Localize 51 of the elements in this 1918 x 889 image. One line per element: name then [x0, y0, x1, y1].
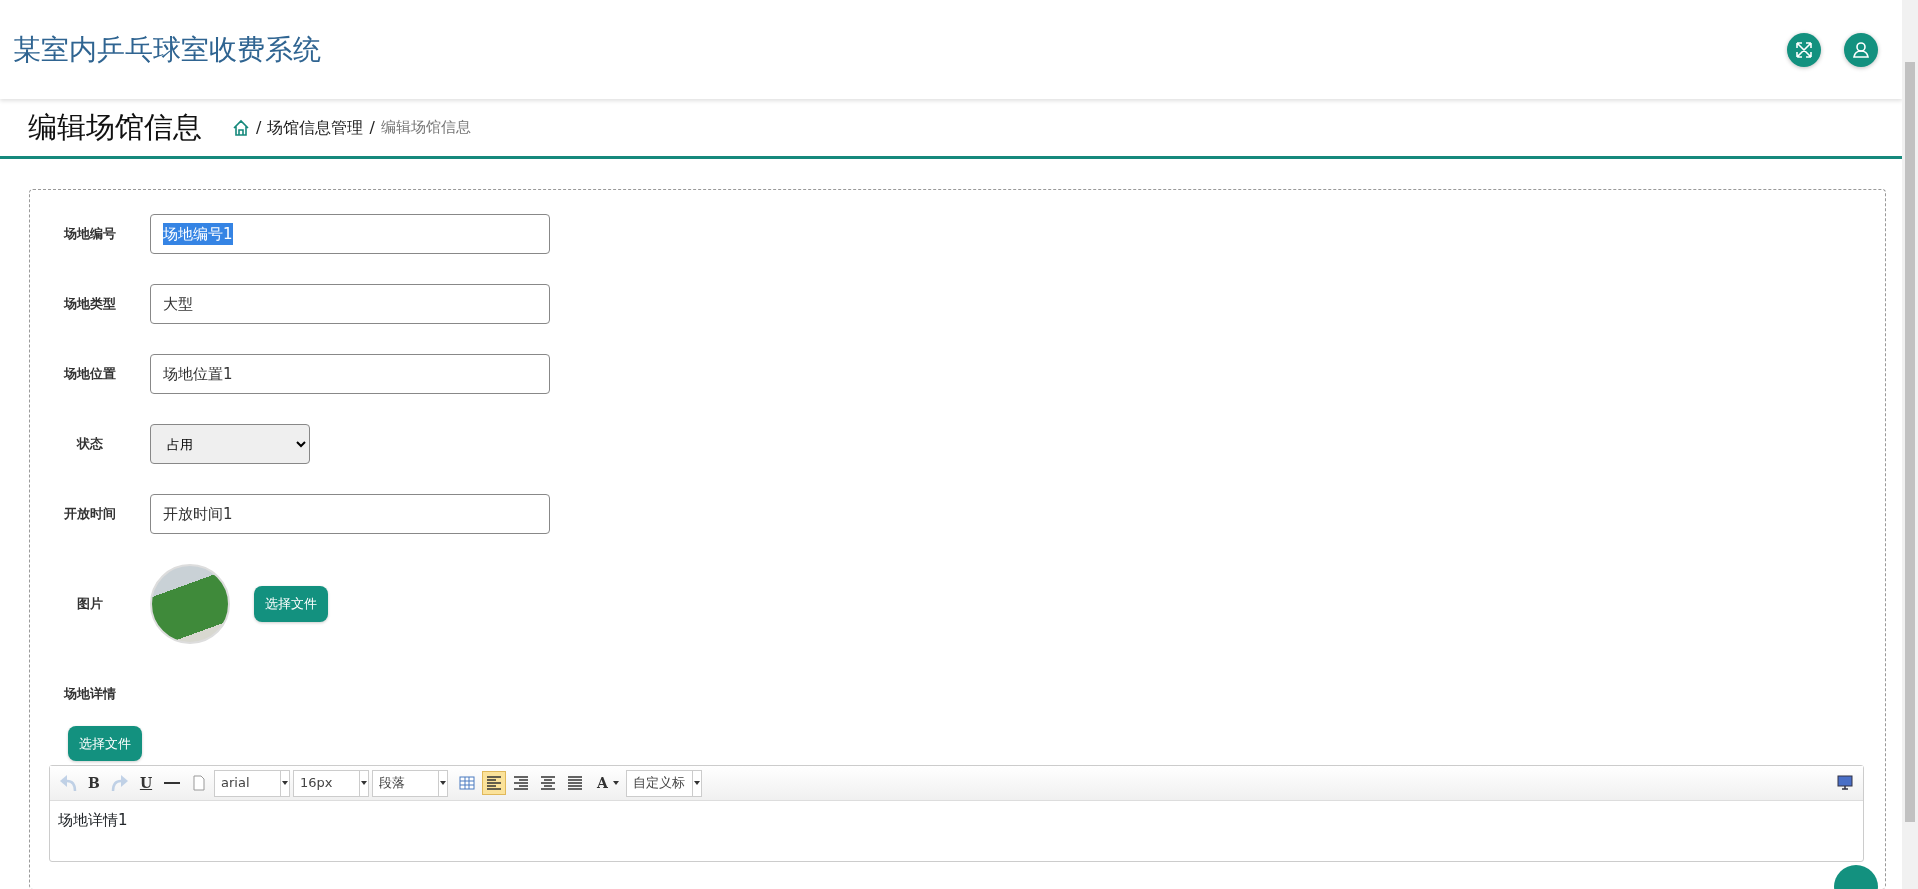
page-title: 编辑场馆信息 [28, 108, 202, 146]
justify-icon [566, 774, 584, 792]
input-field[interactable]: 开放时间1 [150, 494, 550, 534]
upload-button[interactable]: 选择文件 [254, 586, 328, 622]
field-label: 开放时间 [63, 505, 117, 524]
fullscreen-icon [1795, 40, 1813, 59]
align-right-icon [512, 774, 530, 792]
caret-icon [440, 781, 446, 785]
monitor-icon [1836, 774, 1854, 792]
scrollbar-thumb[interactable] [1905, 62, 1915, 822]
home-icon[interactable] [232, 118, 250, 137]
redo-icon [111, 774, 129, 792]
upload-button[interactable]: 选择文件 [68, 725, 142, 761]
field-label: 场地类型 [62, 295, 117, 314]
input-field[interactable]: 场地编号1 [150, 214, 550, 254]
input-field[interactable]: 场地位置1 [150, 354, 550, 394]
page-icon [190, 774, 208, 792]
breadcrumb-link[interactable]: 场馆信息管理 [267, 115, 364, 140]
align-left-icon [485, 774, 503, 792]
align-center-icon [539, 774, 557, 792]
field-label: 场地详情 [62, 685, 117, 703]
fullscreen-button[interactable] [1787, 32, 1821, 67]
font-color-button[interactable]: A [594, 771, 623, 795]
user-icon [1852, 40, 1870, 59]
editor-select[interactable]: 自定义标 [625, 769, 702, 797]
caret-icon [282, 781, 288, 785]
editor-text: 场地详情1 [58, 811, 128, 829]
breadcrumb-separator: / [369, 116, 375, 139]
editor-select[interactable]: 段落 [372, 769, 448, 797]
editor-select[interactable]: arial [214, 769, 290, 797]
caret-icon [361, 781, 367, 785]
scrollbar[interactable] [1902, 0, 1918, 889]
input-field[interactable]: 大型 [150, 284, 550, 324]
field-label: 场地编号 [62, 225, 117, 244]
undo-icon [59, 774, 77, 792]
bold-button[interactable]: B [83, 771, 105, 795]
field-label: 状态 [75, 435, 104, 454]
editor-select[interactable]: 16px [293, 769, 369, 797]
caret-icon [611, 781, 620, 785]
user-button[interactable] [1844, 32, 1878, 67]
underline-button[interactable]: U [135, 771, 157, 795]
table-icon [458, 774, 476, 792]
field-label: 图片 [76, 595, 104, 614]
status-select[interactable]: 占用 [150, 424, 310, 464]
field-label: 场地位置 [62, 365, 117, 384]
breadcrumb-separator: / [256, 116, 262, 139]
breadcrumb-current: 编辑场馆信息 [380, 117, 471, 139]
caret-icon [693, 781, 700, 785]
app-title: 某室内乒乓球室收费系统 [13, 31, 321, 68]
horizontal-rule-icon [163, 782, 181, 784]
align-left-button[interactable] [482, 771, 506, 795]
